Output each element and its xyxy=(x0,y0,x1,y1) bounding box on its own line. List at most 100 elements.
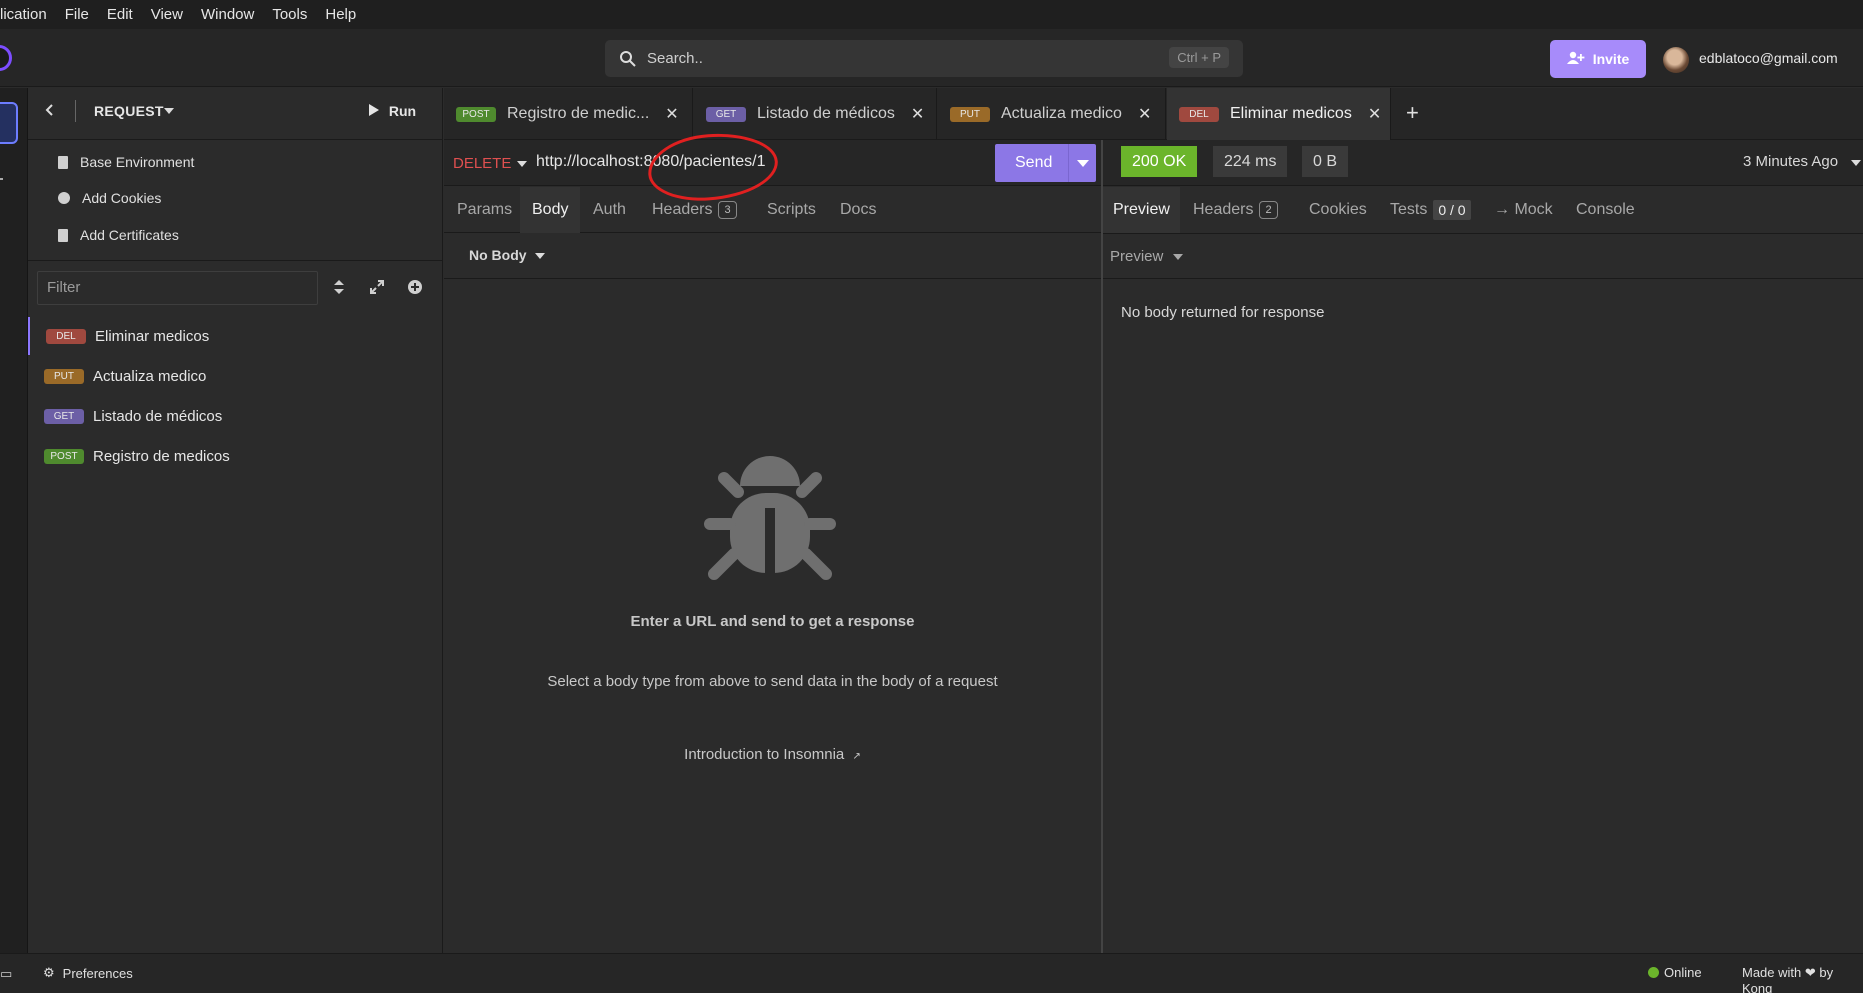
menu-application[interactable]: lication xyxy=(0,6,47,23)
method-badge: DEL xyxy=(1179,106,1219,122)
sidebar-divider xyxy=(28,260,443,261)
empty-state-subtitle: Select a body type from above to send da… xyxy=(547,673,998,690)
tab-response-headers[interactable]: Headers 2 xyxy=(1193,187,1278,233)
menu-bar: lication File Edit View Window Tools Hel… xyxy=(0,0,1863,29)
tab-auth[interactable]: Auth xyxy=(593,187,626,233)
menu-window[interactable]: Window xyxy=(201,6,254,23)
base-environment-link[interactable]: Base Environment xyxy=(58,154,194,170)
add-user-icon xyxy=(1566,51,1585,68)
certificate-icon xyxy=(58,228,68,242)
send-label: Send xyxy=(1015,154,1053,171)
response-time-badge: 224 ms xyxy=(1213,146,1288,177)
sort-icon[interactable] xyxy=(333,279,345,299)
tab-label: Actualiza medico xyxy=(1001,105,1122,122)
caret-down-icon[interactable] xyxy=(1173,254,1183,260)
request-name: Registro de medicos xyxy=(93,447,230,465)
headers-label: Headers xyxy=(1193,201,1254,218)
headers-count: 2 xyxy=(1259,200,1278,219)
caret-down-icon[interactable] xyxy=(164,108,174,114)
method-badge: DEL xyxy=(46,328,86,344)
tab-cookies[interactable]: Cookies xyxy=(1309,187,1367,233)
external-link-icon: ↗ xyxy=(852,751,861,762)
tab-preview[interactable]: Preview xyxy=(1103,187,1180,233)
menu-file[interactable]: File xyxy=(65,6,89,23)
send-separator xyxy=(1068,144,1069,182)
collection-title[interactable]: REQUEST xyxy=(94,103,164,119)
request-name: Eliminar medicos xyxy=(95,327,210,345)
pane-divider[interactable] xyxy=(1101,140,1103,953)
request-name: Actualiza medico xyxy=(93,367,207,385)
add-cookies-link[interactable]: Add Cookies xyxy=(58,190,161,206)
tab-body[interactable]: Body xyxy=(520,187,581,233)
filter-placeholder: Filter xyxy=(47,279,81,296)
tab-console[interactable]: Console xyxy=(1576,187,1635,233)
search-shortcut: Ctrl + P xyxy=(1169,47,1229,68)
rail-marker xyxy=(0,178,3,180)
method-badge: PUT xyxy=(950,106,990,122)
invite-button[interactable]: Invite xyxy=(1550,40,1646,78)
send-options-icon[interactable] xyxy=(1077,160,1089,167)
bug-icon xyxy=(700,448,840,583)
avatar[interactable] xyxy=(1663,47,1689,73)
caret-down-icon[interactable] xyxy=(517,161,527,167)
expand-icon[interactable] xyxy=(369,279,385,299)
tab-params[interactable]: Params xyxy=(457,187,512,233)
add-tab-icon[interactable]: + xyxy=(1406,100,1419,126)
user-email[interactable]: edblatoco@gmail.com xyxy=(1699,50,1838,66)
search-placeholder: Search.. xyxy=(647,50,703,67)
online-status-icon xyxy=(1648,967,1659,978)
caret-down-icon[interactable] xyxy=(535,253,545,259)
method-select[interactable]: DELETE xyxy=(453,155,511,172)
play-icon xyxy=(368,103,383,119)
menu-view[interactable]: View xyxy=(151,6,183,23)
document-icon xyxy=(58,155,68,169)
tab-actualiza-medico[interactable]: PUT Actualiza medico ✕ xyxy=(938,88,1166,140)
header-separator xyxy=(75,100,76,122)
history-select[interactable]: 3 Minutes Ago xyxy=(1743,153,1838,170)
filter-input[interactable]: Filter xyxy=(37,271,318,305)
intro-link-label: Introduction to Insomnia xyxy=(684,746,845,763)
tab-headers[interactable]: Headers 3 xyxy=(652,187,737,233)
run-button[interactable]: Run xyxy=(368,103,416,119)
base-environment-label: Base Environment xyxy=(80,154,195,170)
intro-link[interactable]: Introduction to Insomnia ↗ xyxy=(444,746,1101,763)
close-icon[interactable]: ✕ xyxy=(665,104,678,124)
menu-edit[interactable]: Edit xyxy=(107,6,133,23)
tab-mock[interactable]: → Mock xyxy=(1494,187,1553,233)
panel-toggle-icon[interactable]: ▭ xyxy=(0,966,12,982)
close-icon[interactable]: ✕ xyxy=(911,104,924,124)
tab-tests[interactable]: Tests 0 / 0 xyxy=(1390,187,1471,233)
menu-tools[interactable]: Tools xyxy=(272,6,307,23)
tests-label: Tests xyxy=(1390,201,1428,218)
preferences-button[interactable]: ⚙ Preferences xyxy=(43,965,133,981)
caret-down-icon[interactable] xyxy=(1851,160,1861,166)
chevron-left-icon[interactable] xyxy=(44,103,56,122)
tab-scripts[interactable]: Scripts xyxy=(767,187,816,233)
add-cookies-label: Add Cookies xyxy=(82,190,162,206)
left-rail xyxy=(0,88,28,953)
tab-listado-medicos[interactable]: GET Listado de médicos ✕ xyxy=(694,88,937,140)
add-certificates-link[interactable]: Add Certificates xyxy=(58,227,179,243)
home-icon[interactable] xyxy=(0,102,18,144)
add-circle-icon[interactable] xyxy=(407,279,423,299)
cookie-icon xyxy=(58,192,70,204)
preview-mode-select[interactable]: Preview xyxy=(1110,248,1163,265)
request-item[interactable]: PUT Actualiza medico xyxy=(28,357,443,395)
request-item[interactable]: GET Listado de médicos xyxy=(28,397,443,435)
made-with-link[interactable]: Made with ❤ by Kong xyxy=(1742,965,1863,993)
tab-label: Eliminar medicos xyxy=(1230,105,1352,122)
request-item[interactable]: POST Registro de medicos xyxy=(28,437,443,475)
search-input[interactable]: Search.. Ctrl + P xyxy=(605,40,1243,77)
tab-registro-medicos[interactable]: POST Registro de medic... ✕ xyxy=(444,88,693,140)
body-type-select[interactable]: No Body xyxy=(469,247,527,263)
close-icon[interactable]: ✕ xyxy=(1368,104,1381,124)
method-badge: POST xyxy=(44,448,84,464)
method-badge: GET xyxy=(706,106,746,122)
close-icon[interactable]: ✕ xyxy=(1138,104,1151,124)
tab-docs[interactable]: Docs xyxy=(840,187,876,233)
status-badge: 200 OK xyxy=(1121,146,1198,177)
request-item[interactable]: DEL Eliminar medicos xyxy=(28,317,443,355)
gear-icon: ⚙ xyxy=(43,965,55,980)
menu-help[interactable]: Help xyxy=(325,6,356,23)
tab-eliminar-medicos[interactable]: DEL Eliminar medicos ✕ xyxy=(1167,88,1391,140)
